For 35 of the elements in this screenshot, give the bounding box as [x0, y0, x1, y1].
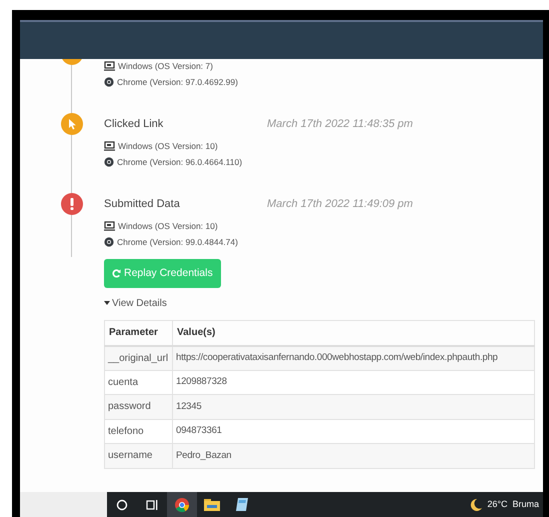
event-title: Clicked Link — [104, 116, 164, 132]
weather-label: Bruma — [512, 498, 539, 511]
notepad-icon[interactable] — [235, 497, 249, 512]
os-info: Windows (OS Version: 10) — [118, 140, 218, 152]
table-cell: password — [104, 394, 172, 419]
chrome-icon[interactable] — [174, 496, 190, 512]
chrome-icon — [104, 237, 114, 247]
event-title: Submitted Data — [104, 196, 181, 212]
browser-info: Chrome (Version: 99.0.4844.74) — [117, 236, 238, 248]
monitor-icon — [104, 61, 115, 71]
chrome-icon — [104, 157, 114, 167]
table-cell: https://cooperativataxisanfernando.000webhostapp.com/web/index.phpauth.php — [172, 346, 534, 370]
refresh-icon — [112, 269, 121, 278]
table-cell: Pedro_Bazan — [172, 444, 534, 468]
browser-info: Chrome (Version: 97.0.4692.99) — [117, 76, 238, 88]
event-time: March 17th 2022 11:49:09 pm — [267, 196, 413, 212]
chrome-icon — [104, 77, 114, 87]
event-time: March 17th 2022 11:48:35 pm — [267, 116, 413, 132]
temperature: 26°C — [487, 498, 508, 511]
table-cell: 12345 — [172, 394, 534, 419]
os-info: Windows (OS Version: 10) — [118, 220, 218, 232]
table-cell: __original_url — [104, 346, 172, 370]
search-icon[interactable] — [116, 498, 128, 510]
moon-icon — [468, 498, 482, 510]
column-header: Value(s) — [172, 320, 534, 346]
monitor-icon — [104, 141, 115, 151]
caret-icon — [104, 301, 110, 306]
view-details-toggle[interactable]: View Details — [104, 296, 167, 311]
table-cell: username — [104, 444, 172, 468]
monitor-icon — [104, 221, 115, 231]
folder-icon[interactable] — [204, 498, 220, 511]
column-header: Parameter — [104, 320, 172, 346]
browser-info: Chrome (Version: 96.0.4664.110) — [117, 156, 242, 168]
os-info: Windows (OS Version: 7) — [118, 60, 213, 72]
task-view-icon[interactable] — [146, 498, 158, 510]
